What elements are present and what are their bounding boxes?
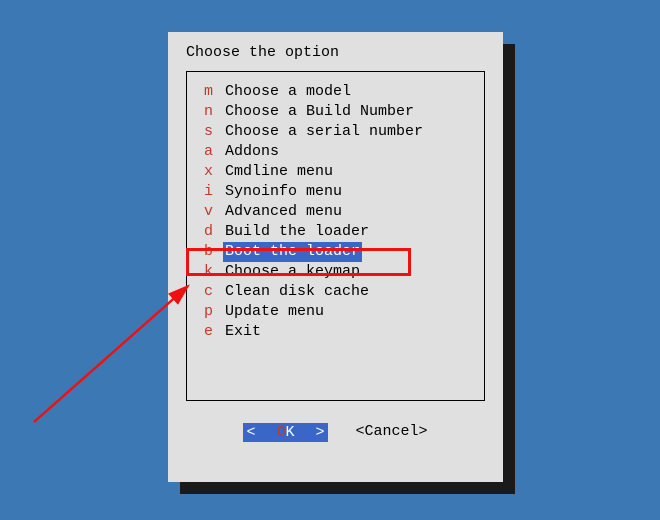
menu-label: Advanced menu [223,202,344,222]
cancel-button[interactable]: <Cancel> [356,423,428,442]
menu-label: Update menu [223,302,326,322]
button-bar: < O K > <Cancel> [186,423,485,442]
menu-item-clean-cache[interactable]: c Clean disk cache [197,282,474,302]
menu-item-synoinfo[interactable]: i Synoinfo menu [197,182,474,202]
menu-item-cmdline[interactable]: x Cmdline menu [197,162,474,182]
menu-label: Build the loader [223,222,371,242]
menu-item-advanced[interactable]: v Advanced menu [197,202,474,222]
hotkey: p [197,302,223,322]
dialog-box: Choose the option m Choose a model n Cho… [168,32,503,482]
menu-label: Addons [223,142,281,162]
hotkey: a [197,142,223,162]
menu-item-build-number[interactable]: n Choose a Build Number [197,102,474,122]
menu-item-serial[interactable]: s Choose a serial number [197,122,474,142]
option-listbox: m Choose a model n Choose a Build Number… [186,71,485,401]
hotkey: s [197,122,223,142]
menu-label: Choose a serial number [223,122,425,142]
hotkey: k [197,262,223,282]
menu-label: Exit [223,322,263,342]
hotkey: x [197,162,223,182]
ok-k: K [285,423,297,442]
menu-label: Synoinfo menu [223,182,344,202]
ok-o: O [273,423,285,442]
ok-button[interactable]: < O K > [243,423,327,442]
menu-item-keymap[interactable]: k Choose a keymap [197,262,474,282]
hotkey: e [197,322,223,342]
menu-item-model[interactable]: m Choose a model [197,82,474,102]
menu-item-boot-loader[interactable]: b Boot the loader [197,242,474,262]
hotkey: b [197,242,223,262]
angle-left-icon: < [243,423,258,442]
menu-label: Choose a Build Number [223,102,416,122]
menu-label: Choose a model [223,82,353,102]
hotkey: c [197,282,223,302]
hotkey: n [197,102,223,122]
menu-label: Clean disk cache [223,282,371,302]
menu-label: Boot the loader [223,242,362,262]
menu-item-exit[interactable]: e Exit [197,322,474,342]
hotkey: i [197,182,223,202]
hotkey: d [197,222,223,242]
hotkey: v [197,202,223,222]
menu-item-addons[interactable]: a Addons [197,142,474,162]
hotkey: m [197,82,223,102]
menu-label: Choose a keymap [223,262,362,282]
dialog-title: Choose the option [186,44,485,61]
menu-item-build-loader[interactable]: d Build the loader [197,222,474,242]
menu-label: Cmdline menu [223,162,335,182]
menu-item-update[interactable]: p Update menu [197,302,474,322]
angle-right-icon: > [313,423,328,442]
